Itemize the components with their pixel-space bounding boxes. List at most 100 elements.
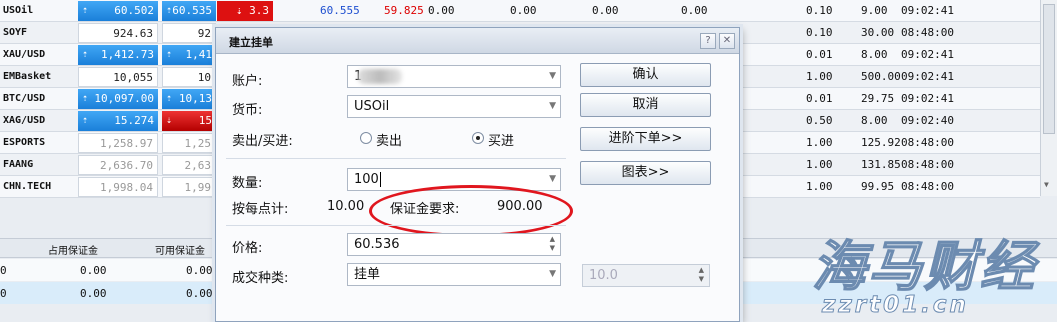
chevron-down-icon: ▼ [549, 269, 556, 279]
ask-price: 15 [198, 114, 212, 127]
bid-quote-button[interactable]: 1,998.04 [78, 177, 158, 197]
quote-cell: 0.00 [681, 4, 708, 17]
quote-cell: 59.825 [384, 4, 424, 17]
bid-quote-button[interactable]: ⇡ 60.502 [78, 1, 158, 21]
currency-select[interactable]: USOil ▼ [347, 95, 561, 118]
ask-price: 92 [197, 27, 211, 40]
quote-cell: 30.00 [861, 26, 895, 39]
quote-cell: 09:02:41 [901, 4, 954, 17]
price-stepper[interactable]: 60.536 ▲ ▼ [347, 233, 561, 256]
cancel-button[interactable]: 取消 [580, 93, 711, 117]
header-used-margin: 占用保证金 [48, 246, 98, 257]
spin-arrows-icon: ▲ ▼ [698, 266, 704, 283]
sell-radio[interactable] [360, 132, 372, 144]
ask-quote-button[interactable]: ⇡ 10,13 [162, 89, 216, 109]
bid-quote-button[interactable]: ⇡ 1,412.73 [78, 45, 158, 65]
quote-cell: 0.01 [806, 48, 833, 61]
quote-symbol: USOil [3, 5, 34, 16]
quote-cell: 1.00 [806, 158, 833, 171]
quote-symbol: EMBasket [3, 71, 52, 82]
sell-radio-label: 卖出 [376, 134, 403, 149]
text-caret [379, 172, 381, 187]
per-pip-value: 10.00 [327, 199, 365, 214]
dialog-titlebar[interactable]: 建立挂单 ? ✕ [216, 28, 739, 54]
quote-row[interactable]: USOil ⇡ 60.502 ⇡ 60.535 ⇣ 3.3 60.555 59.825 0.00… [0, 0, 1040, 22]
ask-price: 10,13 [178, 92, 212, 105]
spin-arrows-icon[interactable]: ▲ ▼ [550, 235, 555, 253]
ask-quote-button[interactable]: ⇣ 15 [162, 111, 216, 131]
price-label: 价格: [232, 241, 263, 256]
help-icon[interactable]: ? [700, 33, 716, 49]
bid-quote-button[interactable]: ⇡ 15.274 [78, 111, 158, 131]
ask-quote-button[interactable]: 1,99 [162, 177, 216, 197]
quote-cell: 0.00 [428, 4, 455, 17]
ask-quote-button[interactable]: ⇡ 60.535 [162, 1, 216, 21]
advanced-order-button[interactable]: 进阶下单>> [580, 127, 711, 151]
quote-cell: 09:02:41 [901, 48, 954, 61]
quote-cell: 131.85 [861, 158, 901, 171]
quote-cell: 08:48:00 [901, 158, 954, 171]
ask-quote-button[interactable]: 2,63 [162, 155, 216, 175]
quotes-scrollbar[interactable]: ▼ [1040, 0, 1057, 196]
arrow-up-icon: ⇡ [82, 5, 89, 16]
quote-cell: 0.01 [806, 92, 833, 105]
header-usable-margin: 可用保证金 [155, 246, 205, 257]
confirm-button[interactable]: 确认 [580, 63, 711, 87]
bid-quote-button[interactable]: 10,055 [78, 67, 158, 87]
ask-price: 1,99 [184, 181, 212, 194]
quote-cell: 09:02:40 [901, 114, 954, 127]
dialog-title: 建立挂单 [229, 36, 273, 49]
bid-quote-button[interactable]: 2,636.70 [78, 155, 158, 175]
divider [226, 225, 566, 226]
red-annotation-circle [369, 185, 573, 237]
ask-price: 10 [197, 71, 211, 84]
ask-quote-button[interactable]: ⇡ 1,41 [162, 45, 216, 65]
bid-price: 60.502 [114, 4, 154, 17]
bid-price: 1,258.97 [100, 137, 153, 150]
quote-symbol: ESPORTS [3, 137, 46, 148]
quote-cell: 1.00 [806, 70, 833, 83]
arrow-up-icon: ⇡ [166, 49, 173, 60]
order-type-select[interactable]: 挂单 ▼ [347, 263, 561, 286]
quote-cell: 08:48:00 [901, 180, 954, 193]
currency-label: 货币: [232, 103, 263, 118]
arrow-down-icon: ⇣ [166, 115, 173, 126]
scroll-down-icon[interactable]: ▼ [1044, 180, 1049, 189]
quote-cell: 1.00 [806, 136, 833, 149]
ask-price: 1,25 [184, 137, 212, 150]
quote-symbol: BTC/USD [3, 93, 46, 104]
ask-price: 60.535 [172, 4, 212, 17]
arrow-up-icon: ⇡ [82, 115, 89, 126]
arrow-up-icon: ⇡ [166, 93, 173, 104]
ask-quote-button[interactable]: 10 [162, 67, 216, 87]
per-pip-label: 按每点计: [232, 202, 289, 217]
quote-cell: 8.00 [861, 114, 888, 127]
bid-quote-button[interactable]: 924.63 [78, 23, 158, 43]
account-label: 账户: [232, 74, 263, 89]
quote-cell: 0.00 [592, 4, 619, 17]
quote-cell: ⇣ 3.3 [217, 1, 273, 21]
scrollbar-thumb[interactable] [1043, 4, 1055, 134]
ask-quote-button[interactable]: 92 [162, 23, 216, 43]
disabled-range-stepper: 10.0 ▲ ▼ [582, 264, 710, 287]
buy-radio[interactable] [472, 132, 484, 144]
account-select[interactable]: 1 ▼ [347, 65, 561, 88]
quote-cell: 0.50 [806, 114, 833, 127]
ask-price: 2,63 [184, 159, 212, 172]
chart-button[interactable]: 图表>> [580, 161, 711, 185]
quote-cell: 0.00 [510, 4, 537, 17]
arrow-up-icon: ⇡ [82, 49, 89, 60]
quote-cell: 0.10 [806, 4, 833, 17]
ask-quote-button[interactable]: 1,25 [162, 133, 216, 153]
quote-symbol: FAANG [3, 159, 34, 170]
bid-price: 2,636.70 [100, 159, 153, 172]
quote-cell: 29.75 [861, 92, 895, 105]
close-icon[interactable]: ✕ [719, 33, 735, 49]
redacted-account [358, 69, 402, 84]
quantity-label: 数量: [232, 176, 263, 191]
bid-quote-button[interactable]: ⇡ 10,097.00 [78, 89, 158, 109]
ask-price: 1,41 [185, 48, 213, 61]
arrow-up-icon: ⇡ [82, 93, 89, 104]
quote-cell: 500.00 [861, 70, 901, 83]
bid-quote-button[interactable]: 1,258.97 [78, 133, 158, 153]
